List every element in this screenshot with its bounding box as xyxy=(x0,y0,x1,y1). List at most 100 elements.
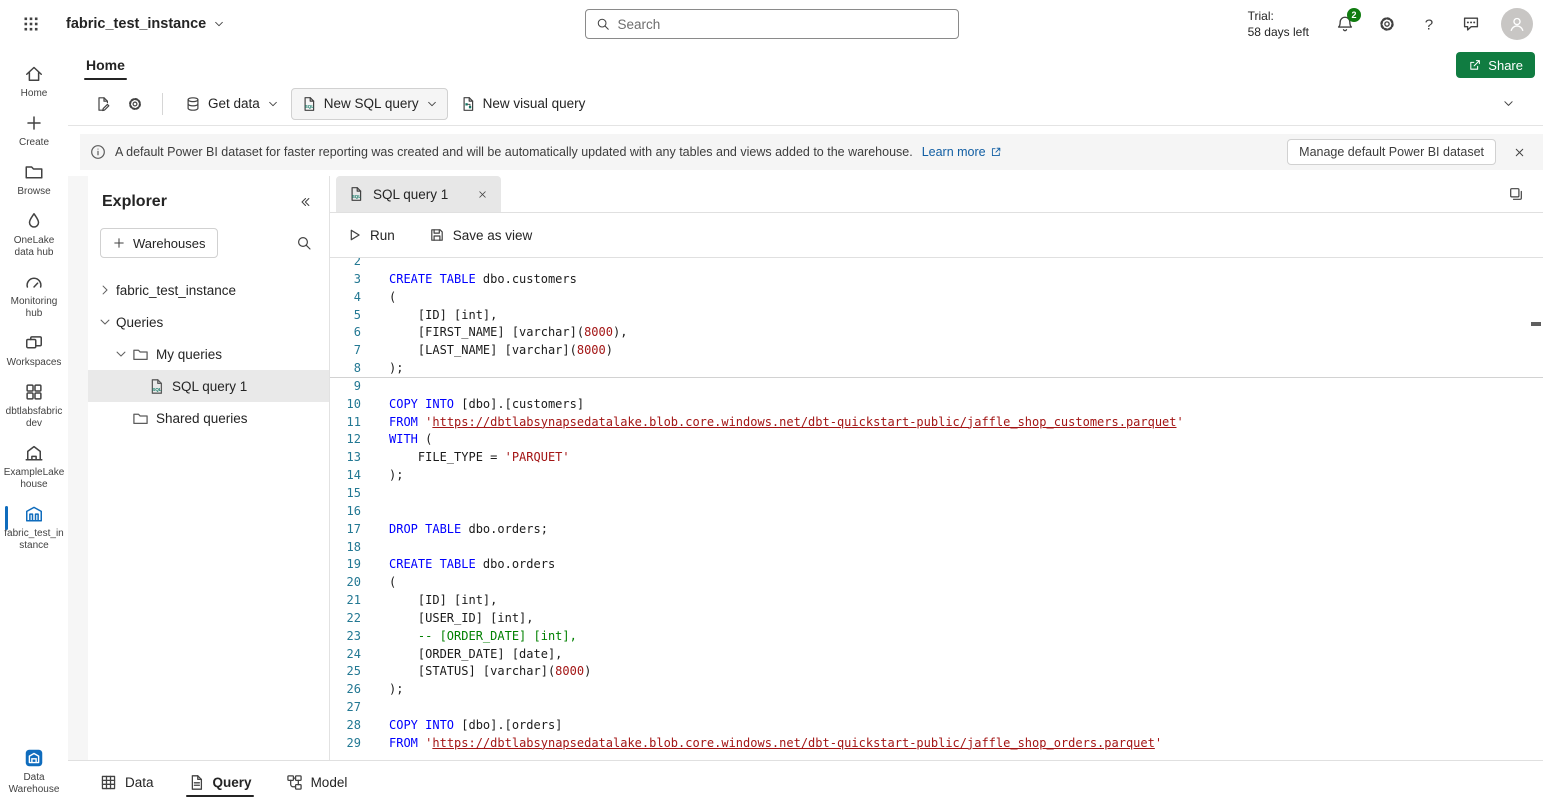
new-item-icon xyxy=(95,96,111,112)
chevron-right-icon[interactable] xyxy=(98,283,112,297)
tab-close-button[interactable] xyxy=(471,183,493,205)
code-line[interactable]: 2 xyxy=(330,258,1543,271)
search-input[interactable] xyxy=(618,17,948,32)
code-line[interactable]: 14); xyxy=(330,467,1543,485)
feedback-button[interactable] xyxy=(1451,4,1491,44)
notification-badge: 2 xyxy=(1347,8,1361,22)
notifications-button[interactable]: 2 xyxy=(1325,4,1365,44)
code-line[interactable]: 6 [FIRST_NAME] [varchar](8000), xyxy=(330,324,1543,342)
share-button[interactable]: Share xyxy=(1456,52,1535,78)
rail-item-dbtlabsfabricdev[interactable]: dbtlabsfabricdev xyxy=(0,382,68,430)
tab-home[interactable]: Home xyxy=(84,50,127,80)
help-button[interactable]: ? xyxy=(1409,4,1449,44)
warehouses-button-label: Warehouses xyxy=(133,236,206,251)
workspace-title-button[interactable]: fabric_test_instance xyxy=(66,16,225,32)
code-text xyxy=(370,485,389,503)
get-data-button[interactable]: Get data xyxy=(175,88,289,120)
tree-item-shared-queries[interactable]: Shared queries xyxy=(88,402,329,434)
rail-item-data-warehouse[interactable]: Data Warehouse xyxy=(0,748,68,796)
code-line[interactable]: 8); xyxy=(330,360,1543,378)
code-line[interactable]: 5 [ID] [int], xyxy=(330,307,1543,325)
tree-item-label: SQL query 1 xyxy=(172,379,247,394)
banner-close-button[interactable] xyxy=(1505,138,1533,166)
code-text: -- [ORDER_DATE] [int], xyxy=(370,628,577,646)
chevron-down-icon[interactable] xyxy=(98,315,112,329)
tab-home-label: Home xyxy=(86,57,125,73)
code-line[interactable]: 7 [LAST_NAME] [varchar](8000) xyxy=(330,342,1543,360)
line-number: 4 xyxy=(330,289,370,307)
tree-item-fabric-test-instance[interactable]: fabric_test_instance xyxy=(88,274,329,306)
code-line[interactable]: 16 xyxy=(330,503,1543,521)
rail-item-monitoring-hub[interactable]: Monitoring hub xyxy=(0,272,68,320)
code-line[interactable]: 12WITH ( xyxy=(330,431,1543,449)
code-line[interactable]: 17DROP TABLE dbo.orders; xyxy=(330,521,1543,539)
rail-item-home[interactable]: Home xyxy=(0,64,68,100)
explorer-tree: fabric_test_instanceQueriesMy queriesSQL… xyxy=(88,274,329,434)
code-text: CREATE TABLE dbo.orders xyxy=(370,556,555,574)
code-text: COPY INTO [dbo].[customers] xyxy=(370,396,584,414)
code-line[interactable]: 9 xyxy=(330,378,1543,396)
new-item-button[interactable] xyxy=(88,89,118,119)
settings-button[interactable] xyxy=(1367,4,1407,44)
code-line[interactable]: 28COPY INTO [dbo].[orders] xyxy=(330,717,1543,735)
copy-button[interactable] xyxy=(1501,179,1531,209)
share-button-label: Share xyxy=(1488,58,1523,73)
chevron-down-icon[interactable] xyxy=(114,347,128,361)
status-tab-model[interactable]: Model xyxy=(284,761,350,804)
waffle-menu-button[interactable] xyxy=(8,1,54,47)
code-line[interactable]: 23 -- [ORDER_DATE] [int], xyxy=(330,628,1543,646)
warehouse-settings-button[interactable] xyxy=(120,89,150,119)
rail-item-fabric-test-instance[interactable]: fabric_test_instance xyxy=(0,504,68,552)
rail-item-create[interactable]: Create xyxy=(0,113,68,149)
tree-item-label: Shared queries xyxy=(156,411,248,426)
code-line[interactable]: 29FROM 'https://dbtlabsynapsedatalake.bl… xyxy=(330,735,1543,753)
code-line[interactable]: 11FROM 'https://dbtlabsynapsedatalake.bl… xyxy=(330,414,1543,432)
code-line[interactable]: 4( xyxy=(330,289,1543,307)
code-text: CREATE TABLE dbo.customers xyxy=(370,271,577,289)
code-line[interactable]: 26); xyxy=(330,681,1543,699)
code-line[interactable]: 27 xyxy=(330,699,1543,717)
rail-item-browse[interactable]: Browse xyxy=(0,162,68,198)
status-tab-label: Data xyxy=(125,775,154,790)
code-line[interactable]: 24 [ORDER_DATE] [date], xyxy=(330,646,1543,664)
status-tab-data[interactable]: Data xyxy=(98,761,156,804)
code-line[interactable]: 13 FILE_TYPE = 'PARQUET' xyxy=(330,449,1543,467)
rail-item-examplelakehouse[interactable]: ExampleLakehouse xyxy=(0,443,68,491)
code-line[interactable]: 25 [STATUS] [varchar](8000) xyxy=(330,663,1543,681)
explorer-search-button[interactable] xyxy=(289,228,319,258)
account-button[interactable] xyxy=(1501,8,1533,40)
tree-item-sql-query-1[interactable]: SQLSQL query 1 xyxy=(88,370,329,402)
code-line[interactable]: 10COPY INTO [dbo].[customers] xyxy=(330,396,1543,414)
run-button[interactable]: Run xyxy=(346,227,395,243)
code-line[interactable]: 22 [USER_ID] [int], xyxy=(330,610,1543,628)
play-icon xyxy=(346,227,362,243)
manage-dataset-button[interactable]: Manage default Power BI dataset xyxy=(1287,139,1496,165)
learn-more-link[interactable]: Learn more xyxy=(922,145,1002,159)
code-line[interactable]: 19CREATE TABLE dbo.orders xyxy=(330,556,1543,574)
code-line[interactable]: 21 [ID] [int], xyxy=(330,592,1543,610)
code-line[interactable]: 3CREATE TABLE dbo.customers xyxy=(330,271,1543,289)
code-line[interactable]: 15 xyxy=(330,485,1543,503)
rail-item-onelake-data-hub[interactable]: OneLake data hub xyxy=(0,211,68,259)
code-text xyxy=(370,699,389,717)
line-number: 23 xyxy=(330,628,370,646)
code-line[interactable]: 18 xyxy=(330,539,1543,557)
query-tab[interactable]: SQL SQL query 1 xyxy=(336,176,501,212)
status-tab-query[interactable]: Query xyxy=(186,761,254,804)
code-text: DROP TABLE dbo.orders; xyxy=(370,521,548,539)
line-number: 26 xyxy=(330,681,370,699)
plus-icon xyxy=(112,236,126,250)
new-visual-query-button[interactable]: New visual query xyxy=(450,88,596,120)
rail-item-workspaces[interactable]: Workspaces xyxy=(0,333,68,369)
sql-code-editor[interactable]: 23CREATE TABLE dbo.customers4(5 [ID] [in… xyxy=(330,258,1543,760)
save-as-view-button[interactable]: Save as view xyxy=(429,227,533,243)
add-warehouse-button[interactable]: Warehouses xyxy=(100,228,218,258)
new-sql-query-button[interactable]: SQL New SQL query xyxy=(291,88,448,120)
code-line[interactable]: 20( xyxy=(330,574,1543,592)
tree-item-my-queries[interactable]: My queries xyxy=(88,338,329,370)
ribbon-collapse-button[interactable] xyxy=(1493,89,1523,119)
tree-item-queries[interactable]: Queries xyxy=(88,306,329,338)
line-number: 15 xyxy=(330,485,370,503)
explorer-collapse-button[interactable] xyxy=(291,188,319,216)
rail-item-label: Monitoring hub xyxy=(3,296,65,320)
